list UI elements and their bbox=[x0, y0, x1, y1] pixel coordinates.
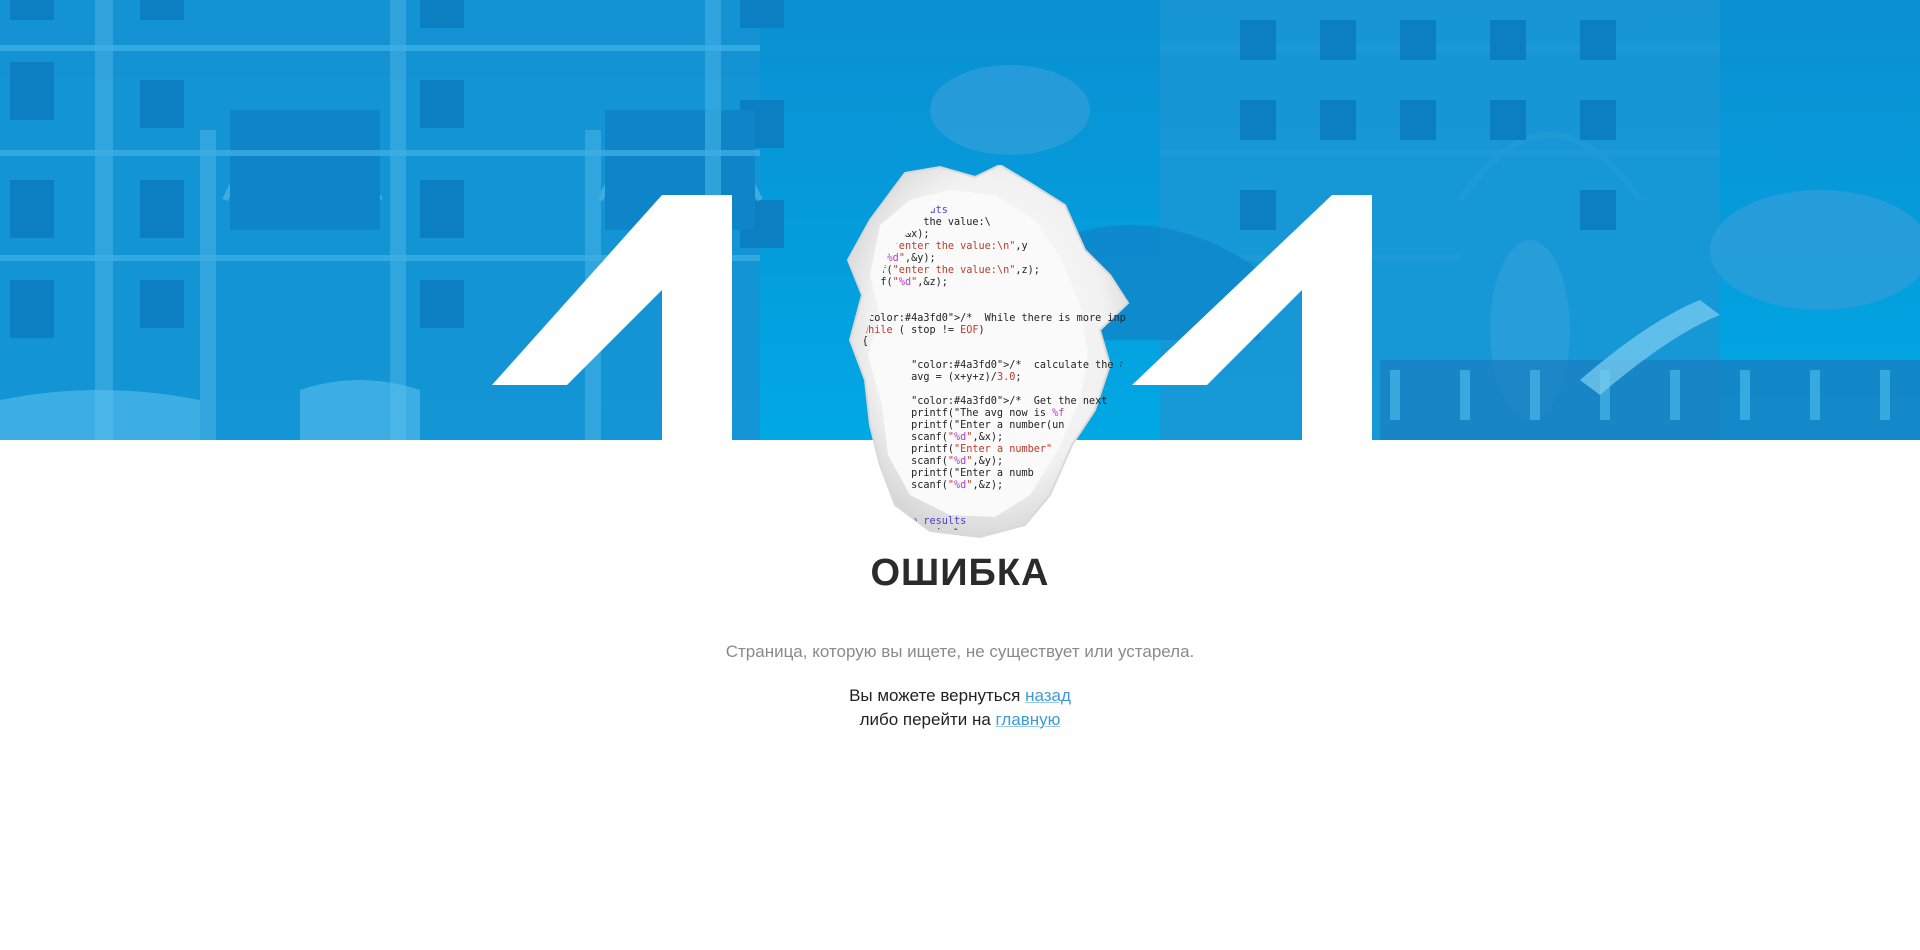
code-line: printf("Enter a number(un bbox=[862, 420, 1065, 432]
code-line: while ( stop != EOF) bbox=[862, 324, 985, 336]
back-link[interactable]: назад bbox=[1025, 686, 1071, 705]
home-prefix-text: либо перейти на bbox=[859, 710, 991, 729]
back-line: Вы можете вернуться назад bbox=[0, 686, 1920, 706]
error-title: ОШИБКА bbox=[870, 552, 1050, 594]
home-line: либо перейти на главную bbox=[0, 710, 1920, 730]
code-line: { bbox=[862, 336, 869, 348]
error-description: Страница, которую вы ищете, не существуе… bbox=[725, 642, 1195, 661]
code-line: "%d",&y); bbox=[880, 252, 936, 264]
home-link[interactable]: главную bbox=[996, 710, 1061, 729]
code-line: "color:#4a3fd0">/* Get the next set of i… bbox=[911, 396, 1132, 408]
code-line: f("enter the value:\n",z); bbox=[880, 264, 1040, 276]
code-line: printf("The avg now is %f bbox=[862, 408, 1065, 420]
code-line: avg = (x+y+z)/3.0; bbox=[862, 372, 1022, 384]
back-prefix-text: Вы можете вернуться bbox=[849, 686, 1021, 705]
torn-paper-zero: inputs nter the value:\ ",&x); "enter th… bbox=[810, 165, 1140, 545]
code-line: "color:#4a3fd0">/* calculate the average bbox=[911, 360, 1132, 372]
code-line: "color:#4a3fd0">/* While there is more i… bbox=[862, 312, 1132, 324]
code-line: nf("%d",&z); bbox=[874, 276, 948, 288]
